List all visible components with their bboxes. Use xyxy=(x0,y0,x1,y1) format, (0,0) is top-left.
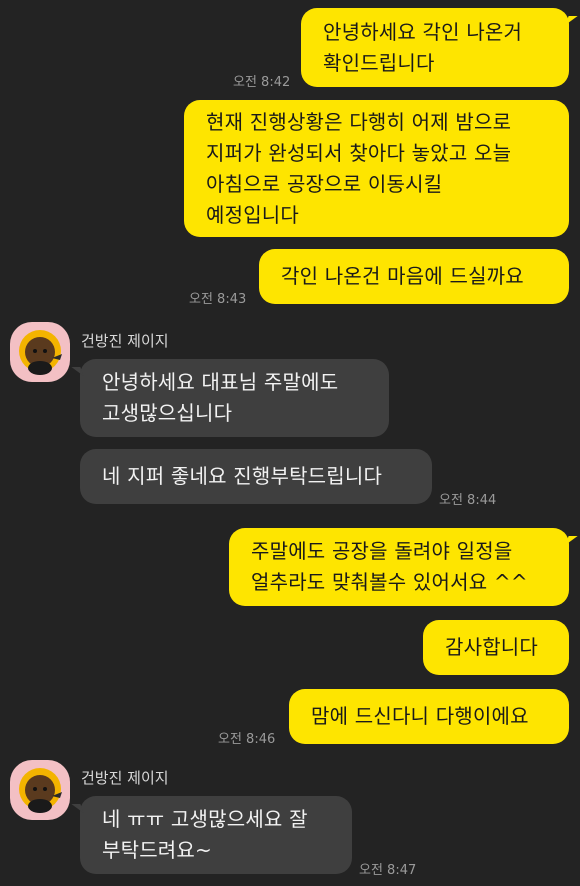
their-message-bubble[interactable]: 네 ㅠㅠ 고생많으세요 잘 부탁드려요~ xyxy=(71,796,352,874)
message-text: 현재 진행상황은 다행히 어제 밤으로 지퍼가 완성되서 찾아다 놓았고 오늘 … xyxy=(206,109,512,227)
character-avatar-icon xyxy=(19,768,62,813)
my-message-bubble[interactable]: 주말에도 공장을 돌려야 일정을 얼추라도 맞춰볼수 있어서요 ^^ xyxy=(229,528,578,606)
message-timestamp: 오전 8:42 xyxy=(233,75,291,90)
message-timestamp: 오전 8:47 xyxy=(359,863,417,878)
their-message-bubble[interactable]: 안녕하세요 대표님 주말에도 고생많으십니다 xyxy=(71,359,389,437)
message-text: 안녕하세요 각인 나온거 확인드립니다 xyxy=(323,19,523,75)
message-timestamp: 오전 8:44 xyxy=(439,493,497,508)
my-message-bubble[interactable]: 안녕하세요 각인 나온거 확인드립니다 xyxy=(301,8,578,87)
sender-avatar[interactable] xyxy=(10,760,70,820)
message-timestamp: 오전 8:43 xyxy=(189,292,247,307)
message-text: 네 지퍼 좋네요 진행부탁드립니다 xyxy=(102,464,383,488)
my-message-bubble[interactable]: 각인 나온건 마음에 드실까요 xyxy=(259,249,569,304)
message-text: 감사합니다 xyxy=(445,635,538,659)
sender-avatar[interactable] xyxy=(10,322,70,382)
their-message-bubble[interactable]: 네 지퍼 좋네요 진행부탁드립니다 xyxy=(80,449,432,504)
message-text: 네 ㅠㅠ 고생많으세요 잘 부탁드려요~ xyxy=(102,807,308,862)
bubble-tail xyxy=(71,804,84,813)
my-message-bubble[interactable]: 맘에 드신다니 다행이에요 xyxy=(289,689,569,744)
my-message-bubble[interactable]: 감사합니다 xyxy=(423,620,569,675)
message-text: 각인 나온건 마음에 드실까요 xyxy=(281,264,524,288)
character-avatar-icon xyxy=(19,330,62,375)
bubble-tail xyxy=(71,367,84,376)
message-text: 맘에 드신다니 다행이에요 xyxy=(311,704,529,728)
message-text: 안녕하세요 대표님 주말에도 고생많으십니다 xyxy=(102,370,339,425)
message-text: 주말에도 공장을 돌려야 일정을 얼추라도 맞춰볼수 있어서요 ^^ xyxy=(251,539,528,594)
sender-name: 건방진 제이지 xyxy=(81,332,169,350)
sender-name: 건방진 제이지 xyxy=(81,769,169,787)
bubble-tail xyxy=(565,16,578,25)
bubble-tail xyxy=(565,536,578,545)
message-timestamp: 오전 8:46 xyxy=(218,732,276,747)
my-message-bubble[interactable]: 현재 진행상황은 다행히 어제 밤으로 지퍼가 완성되서 찾아다 놓았고 오늘 … xyxy=(184,100,569,237)
